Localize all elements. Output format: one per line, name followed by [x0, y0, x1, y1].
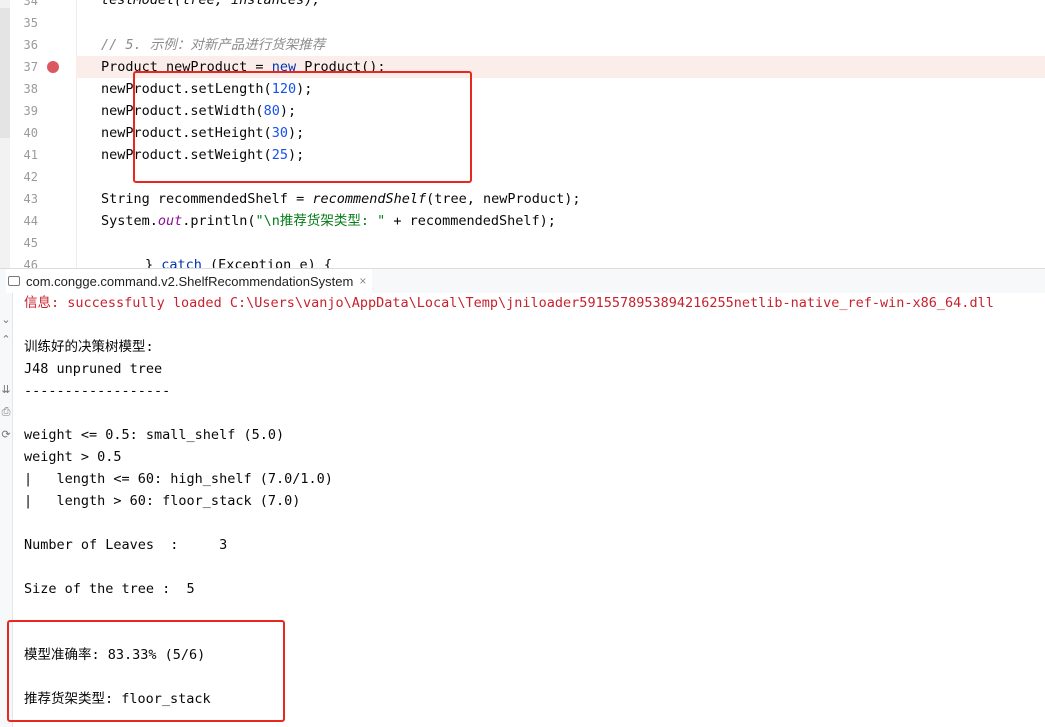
- code-line-38[interactable]: newProduct.setLength(120);: [101, 78, 312, 100]
- code-token: }: [145, 257, 162, 268]
- number-token: 30: [271, 125, 288, 141]
- code-token: newProduct.setWeight(: [101, 147, 272, 163]
- line-number: 35: [23, 16, 38, 30]
- line-number: 37: [23, 60, 38, 74]
- tree-line: | length <= 60: high_shelf (7.0/1.0): [24, 471, 333, 487]
- close-icon[interactable]: ×: [359, 274, 366, 288]
- keyword-token: new: [271, 59, 297, 75]
- scroll-down-icon[interactable]: ⌄: [0, 313, 12, 326]
- info-prefix: 信息:: [24, 295, 68, 311]
- line-number: 42: [23, 170, 38, 184]
- line-number: 41: [23, 148, 38, 162]
- code-line-34[interactable]: testModel(tree, instances);: [101, 0, 320, 11]
- console-line: Number of Leaves : 3: [24, 537, 228, 553]
- code-token: newProduct.setWidth(: [101, 103, 264, 119]
- tree-line: weight <= 0.5: small_shelf (5.0): [24, 427, 285, 443]
- code-line-37[interactable]: Product newProduct = new Product();: [101, 56, 385, 78]
- code-token: String recommendedShelf =: [101, 191, 313, 207]
- number-token: 120: [271, 81, 297, 97]
- string-token: "\n推荐货架类型: ": [255, 213, 386, 229]
- accuracy-line: 模型准确率: 83.33% (5/6): [24, 647, 206, 663]
- line-number: 46: [23, 258, 38, 268]
- code-line-44[interactable]: System.out.println("\n推荐货架类型: " + recomm…: [101, 210, 556, 232]
- recommendation-line: 推荐货架类型: floor_stack: [24, 691, 211, 707]
- line-number: 45: [23, 236, 38, 250]
- line-number: 36: [23, 38, 38, 52]
- scroll-to-end-icon[interactable]: ⇊: [0, 383, 12, 396]
- console-icon: [8, 276, 20, 286]
- code-token: Product newProduct =: [101, 59, 272, 75]
- line-number: 43: [23, 192, 38, 206]
- run-tab-bar: com.congge.command.v2.ShelfRecommendatio…: [0, 268, 1045, 295]
- code-token: newProduct.setHeight(: [101, 125, 272, 141]
- code-line-43[interactable]: String recommendedShelf = recommendShelf…: [101, 188, 581, 210]
- code-token: );: [279, 103, 297, 119]
- code-token: (Exception e) {: [201, 257, 332, 268]
- keyword-token: catch: [161, 257, 202, 268]
- number-token: 80: [263, 103, 280, 119]
- code-token: System.: [101, 213, 158, 229]
- console-output[interactable]: ⌄ ⌃ ⇊ ⎙ ⟳ 信息: successfully loaded C:\Use…: [0, 293, 1045, 727]
- line-number: 40: [23, 126, 38, 140]
- code-token: );: [287, 147, 305, 163]
- code-token: Product();: [296, 59, 386, 75]
- code-line-39[interactable]: newProduct.setWidth(80);: [101, 100, 296, 122]
- number-token: 25: [271, 147, 288, 163]
- code-line-40[interactable]: newProduct.setHeight(30);: [101, 122, 304, 144]
- line-number: 39: [23, 104, 38, 118]
- scroll-up-icon[interactable]: ⌃: [0, 333, 12, 346]
- tree-line: | length > 60: floor_stack (7.0): [24, 493, 301, 509]
- code-token: + recommendedShelf);: [385, 213, 556, 229]
- code-editor[interactable]: 34 35 36 37 38 39 40 41 42 43 44 45 46 t…: [0, 0, 1045, 268]
- rerun-icon[interactable]: ⟳: [0, 428, 12, 441]
- run-tab[interactable]: com.congge.command.v2.ShelfRecommendatio…: [6, 269, 373, 295]
- console-line: J48 unpruned tree: [24, 361, 163, 377]
- code-token: .println(: [182, 213, 256, 229]
- line-number: 38: [23, 82, 38, 96]
- line-number: 34: [23, 0, 38, 8]
- code-token: newProduct.setLength(: [101, 81, 272, 97]
- info-message: successfully loaded C:\Users\vanjo\AppDa…: [67, 295, 994, 311]
- code-token: );: [296, 81, 313, 97]
- code-line-41[interactable]: newProduct.setWeight(25);: [101, 144, 304, 166]
- code-token: (tree, newProduct);: [426, 191, 581, 207]
- breakpoint-icon[interactable]: [47, 61, 59, 73]
- line-number: 44: [23, 214, 38, 228]
- field-token: out: [157, 213, 183, 229]
- console-line: Size of the tree : 5: [24, 581, 195, 597]
- console-info-line: 信息: successfully loaded C:\Users\vanjo\A…: [24, 293, 994, 314]
- console-line: 训练好的决策树模型:: [24, 339, 154, 355]
- code-line-46[interactable]: } catch (Exception e) {: [145, 254, 332, 268]
- console-line: ------------------: [24, 383, 171, 399]
- code-line-36-comment[interactable]: // 5. 示例：对新产品进行货架推荐: [101, 34, 325, 56]
- code-token: );: [287, 125, 305, 141]
- console-toolbar: ⌄ ⌃ ⇊ ⎙ ⟳: [0, 293, 13, 727]
- method-token: recommendShelf: [312, 191, 427, 207]
- tree-line: weight > 0.5: [24, 449, 122, 465]
- print-icon[interactable]: ⎙: [0, 405, 12, 419]
- run-tab-label: com.congge.command.v2.ShelfRecommendatio…: [26, 273, 354, 289]
